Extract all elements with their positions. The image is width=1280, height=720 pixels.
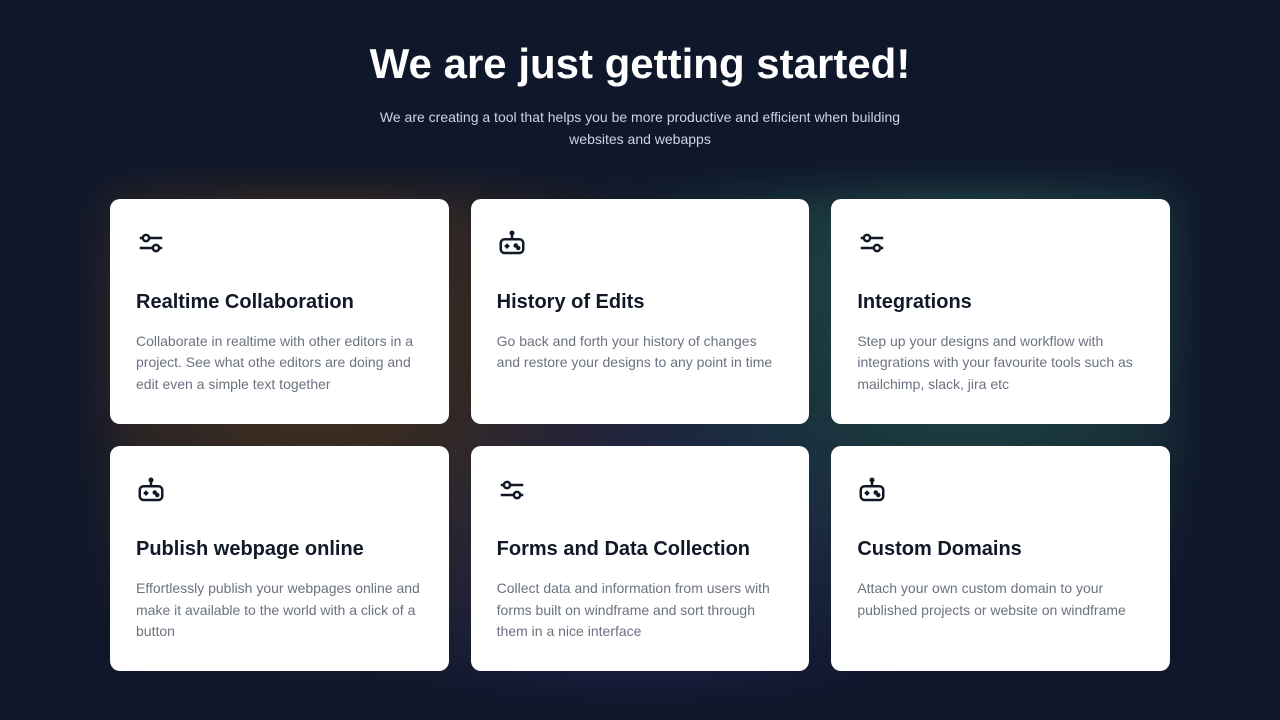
feature-card: Forms and Data Collection Collect data a…	[471, 446, 810, 671]
hero-section: We are just getting started! We are crea…	[110, 40, 1170, 151]
feature-card: Realtime Collaboration Collaborate in re…	[110, 199, 449, 424]
feature-title: Realtime Collaboration	[136, 289, 423, 315]
feature-desc: Effortlessly publish your webpages onlin…	[136, 578, 423, 643]
feature-desc: Step up your designs and workflow with i…	[857, 331, 1144, 396]
feature-desc: Attach your own custom domain to your pu…	[857, 578, 1144, 621]
feature-desc: Go back and forth your history of change…	[497, 331, 784, 374]
feature-desc: Collect data and information from users …	[497, 578, 784, 643]
feature-title: Custom Domains	[857, 536, 1144, 562]
feature-title: Publish webpage online	[136, 536, 423, 562]
sliders-icon	[497, 474, 784, 506]
feature-title: Integrations	[857, 289, 1144, 315]
feature-card: History of Edits Go back and forth your …	[471, 199, 810, 424]
feature-card: Custom Domains Attach your own custom do…	[831, 446, 1170, 671]
hero-title: We are just getting started!	[110, 40, 1170, 88]
feature-desc: Collaborate in realtime with other edito…	[136, 331, 423, 396]
sliders-icon	[136, 227, 423, 259]
gamepad-icon	[136, 474, 423, 506]
gamepad-icon	[497, 227, 784, 259]
feature-card: Integrations Step up your designs and wo…	[831, 199, 1170, 424]
feature-title: Forms and Data Collection	[497, 536, 784, 562]
feature-title: History of Edits	[497, 289, 784, 315]
feature-card: Publish webpage online Effortlessly publ…	[110, 446, 449, 671]
feature-grid: Realtime Collaboration Collaborate in re…	[110, 199, 1170, 671]
hero-subtitle: We are creating a tool that helps you be…	[360, 106, 920, 151]
sliders-icon	[857, 227, 1144, 259]
gamepad-icon	[857, 474, 1144, 506]
